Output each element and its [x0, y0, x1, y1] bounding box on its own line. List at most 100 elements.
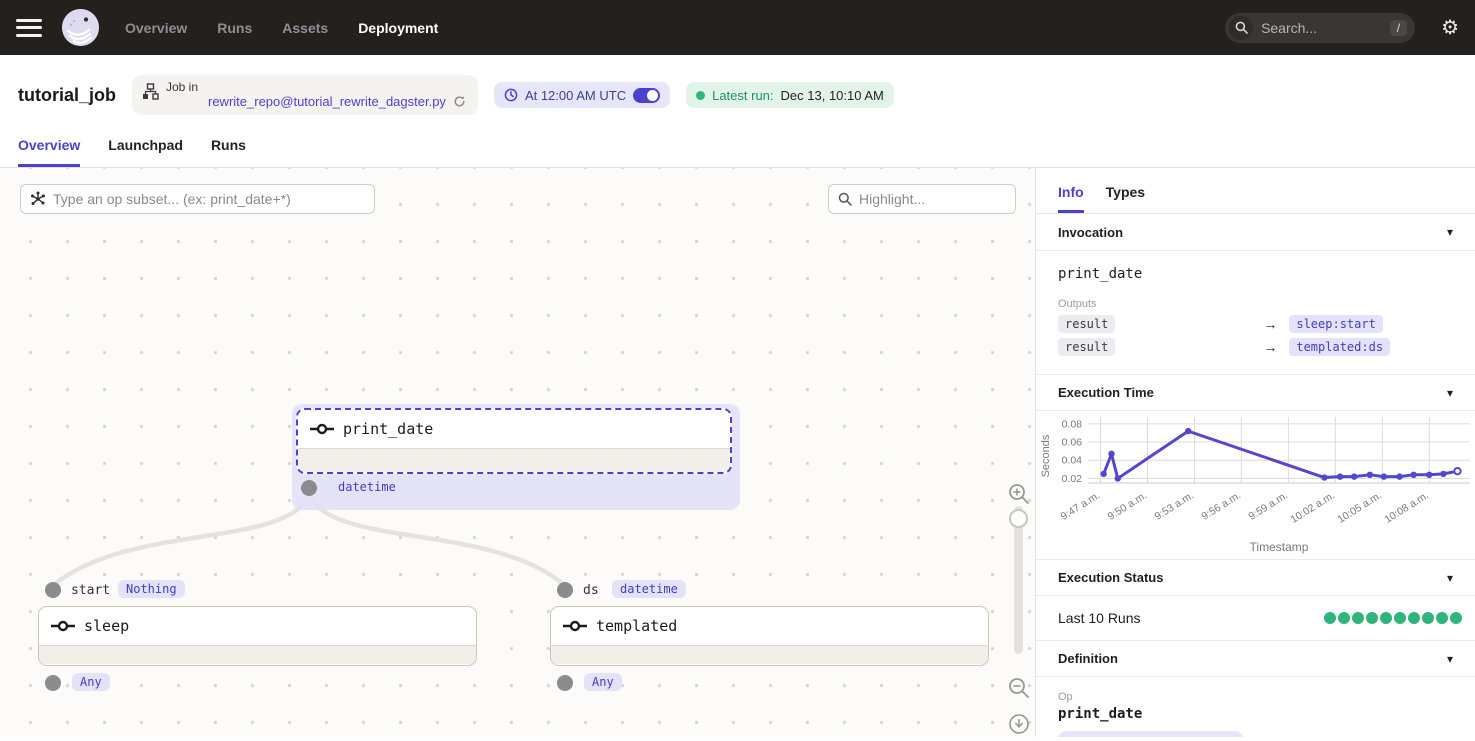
output-name-tag: result: [1058, 315, 1115, 333]
tab-runs[interactable]: Runs: [211, 137, 246, 167]
chevron-down-icon: ▾: [1447, 571, 1453, 585]
section-title: Invocation: [1058, 225, 1123, 240]
run-status-dot-success[interactable]: [1366, 612, 1378, 624]
output-target-link[interactable]: sleep:start: [1289, 315, 1382, 333]
op-details-panel: Info Types Invocation ▾ print_date Outpu…: [1035, 168, 1475, 737]
highlight-filter[interactable]: [828, 184, 1016, 214]
op-subset-input[interactable]: [53, 191, 365, 207]
search-input[interactable]: [1261, 20, 1390, 36]
zoom-slider-track[interactable]: [1014, 506, 1023, 654]
output-row: result → sleep:start: [1058, 315, 1453, 333]
nav-runs[interactable]: Runs: [217, 20, 252, 36]
invocation-op-name: print_date: [1058, 266, 1453, 282]
node-templated[interactable]: templated: [550, 606, 989, 666]
svg-text:10:02 a.m.: 10:02 a.m.: [1289, 489, 1337, 525]
outputs-label: Outputs: [1058, 298, 1453, 310]
templated-input-name: ds: [583, 583, 599, 598]
zoom-in-icon[interactable]: [1008, 483, 1030, 505]
svg-text:Seconds: Seconds: [1040, 434, 1052, 477]
job-repo-link[interactable]: rewrite_repo@tutorial_rewrite_dagster.py: [208, 94, 446, 109]
run-status-dot-success[interactable]: [1450, 612, 1462, 624]
hamburger-menu-icon[interactable]: [16, 19, 42, 37]
node-title-sleep: sleep: [84, 617, 129, 635]
clock-icon: [504, 88, 518, 102]
svg-text:Timestamp: Timestamp: [1250, 540, 1309, 554]
section-execution-status-header[interactable]: Execution Status ▾: [1036, 559, 1475, 596]
chevron-down-icon: ▾: [1447, 225, 1453, 239]
output-row: result → templated:ds: [1058, 338, 1453, 356]
section-invocation-header[interactable]: Invocation ▾: [1036, 214, 1475, 251]
node-print_date[interactable]: print_date: [296, 408, 732, 474]
op-icon: [310, 423, 334, 435]
highlight-input[interactable]: [859, 191, 1006, 207]
node-title-templated: templated: [596, 617, 677, 635]
search-icon: [838, 192, 852, 206]
latest-run-label: Latest run:: [712, 88, 773, 103]
tab-overview[interactable]: Overview: [18, 137, 80, 167]
svg-text:9:59 a.m.: 9:59 a.m.: [1246, 489, 1289, 522]
svg-text:0.06: 0.06: [1062, 437, 1083, 449]
settings-gear-icon[interactable]: ⚙: [1441, 18, 1459, 38]
panel-tab-info[interactable]: Info: [1058, 184, 1084, 213]
latest-run-value[interactable]: Dec 13, 10:10 AM: [781, 88, 884, 103]
section-title: Execution Time: [1058, 385, 1154, 400]
last-runs-label: Last 10 Runs: [1058, 610, 1141, 626]
sleep-input-type-tag[interactable]: Nothing: [118, 580, 185, 598]
nav-deployment[interactable]: Deployment: [358, 20, 438, 36]
tab-launchpad[interactable]: Launchpad: [108, 137, 183, 167]
job-repo-pill[interactable]: Job in rewrite_repo@tutorial_rewrite_dag…: [132, 75, 478, 115]
run-status-dot-success[interactable]: [1394, 612, 1406, 624]
run-status-dot-success[interactable]: [1422, 612, 1434, 624]
zoom-out-icon[interactable]: [1008, 677, 1030, 699]
op-icon: [563, 620, 587, 632]
run-status-dot-success[interactable]: [1338, 612, 1350, 624]
global-search[interactable]: /: [1225, 13, 1415, 43]
execution-time-chart-wrap: 0.020.040.060.089:47 a.m.9:50 a.m.9:53 a…: [1036, 411, 1475, 559]
schedule-toggle[interactable]: [633, 88, 660, 103]
templated-output-type-tag[interactable]: Any: [584, 673, 622, 691]
run-status-dot-success[interactable]: [1352, 612, 1364, 624]
node-sleep[interactable]: sleep: [38, 606, 477, 666]
sleep-input-name: start: [71, 583, 110, 598]
run-status-dot-success[interactable]: [1324, 612, 1336, 624]
svg-text:0.08: 0.08: [1062, 418, 1083, 430]
nav-overview[interactable]: Overview: [125, 20, 187, 36]
print_date-output-type-tag[interactable]: datetime: [330, 478, 404, 496]
op-selector-icon: [30, 191, 46, 207]
sleep-output-type-tag[interactable]: Any: [72, 673, 110, 691]
zoom-slider-handle[interactable]: [1009, 509, 1028, 528]
op-graph-canvas[interactable]: print_date datetime start Nothing sleep …: [0, 168, 1035, 737]
svg-text:10:08 a.m.: 10:08 a.m.: [1382, 489, 1430, 525]
execution-status-body: Last 10 Runs: [1036, 596, 1475, 640]
execution-time-chart: 0.020.040.060.089:47 a.m.9:50 a.m.9:53 a…: [1036, 411, 1475, 559]
templated-input-type-tag[interactable]: datetime: [612, 580, 686, 598]
section-title: Definition: [1058, 651, 1118, 666]
sleep-input-port: [45, 582, 61, 598]
section-execution-time-header[interactable]: Execution Time ▾: [1036, 374, 1475, 411]
output-target-link[interactable]: templated:ds: [1289, 338, 1390, 356]
chevron-down-icon: ▾: [1447, 652, 1453, 666]
top-navbar: Overview Runs Assets Deployment / ⚙: [0, 0, 1475, 55]
page-title: tutorial_job: [18, 85, 116, 106]
run-status-dot-success[interactable]: [1380, 612, 1392, 624]
op-subset-filter[interactable]: [20, 184, 375, 214]
definition-partial-tag: [1058, 731, 1243, 737]
search-shortcut-badge: /: [1390, 20, 1407, 36]
svg-text:10:05 a.m.: 10:05 a.m.: [1335, 489, 1383, 525]
sleep-output-port: [45, 675, 61, 691]
schedule-badge: At 12:00 AM UTC: [494, 82, 670, 108]
section-definition-header[interactable]: Definition ▾: [1036, 640, 1475, 677]
job-pill-prefix: Job in: [166, 80, 466, 94]
output-name-tag: result: [1058, 338, 1115, 356]
panel-tab-types[interactable]: Types: [1106, 184, 1145, 213]
svg-text:9:50 a.m.: 9:50 a.m.: [1106, 489, 1149, 522]
run-status-dot-success[interactable]: [1436, 612, 1448, 624]
reload-icon[interactable]: [453, 95, 466, 108]
definition-body: Op print_date: [1036, 677, 1475, 737]
recenter-download-icon[interactable]: [1008, 713, 1030, 735]
run-status-dot-success[interactable]: [1408, 612, 1420, 624]
dagster-logo-icon[interactable]: [62, 9, 99, 46]
invocation-body: print_date Outputs result → sleep:start …: [1036, 251, 1475, 374]
run-status-dots[interactable]: [1324, 612, 1462, 624]
nav-assets[interactable]: Assets: [282, 20, 328, 36]
